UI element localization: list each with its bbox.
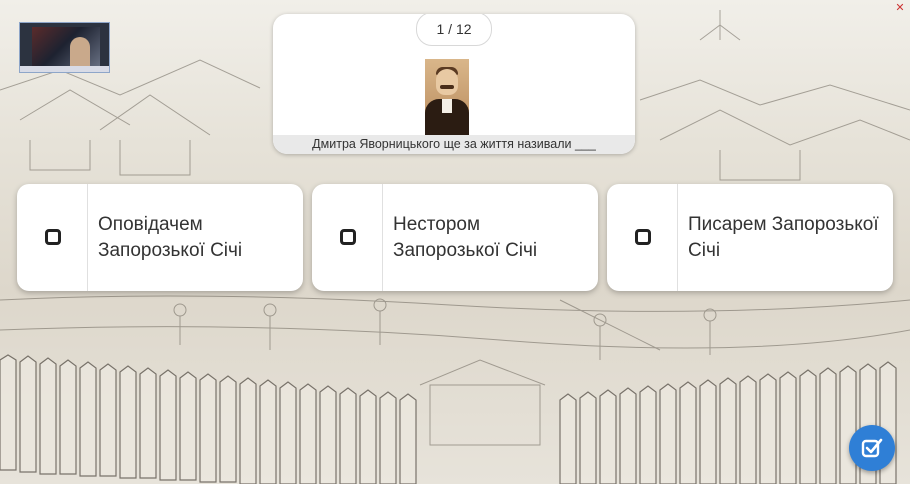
answer-label: Нестором Запорозької Січі <box>393 214 538 261</box>
portrait-face <box>436 69 458 95</box>
portrait-photo[interactable] <box>425 59 469 135</box>
question-card: 1 / 12 Дмитра Яворницького ще за життя н… <box>273 14 635 154</box>
close-icon[interactable]: ✕ <box>894 2 906 14</box>
thumbnail-strip <box>20 66 109 72</box>
thumbnail-person <box>70 37 90 69</box>
checkbox-icon[interactable] <box>635 229 651 245</box>
answer-option-3[interactable]: Писарем Запорозької Січі <box>607 184 893 291</box>
question-counter: 1 / 12 <box>416 14 492 46</box>
question-text: Дмитра Яворницького ще за життя називали… <box>273 135 635 154</box>
answer-label: Писарем Запорозької Січі <box>688 214 879 261</box>
answer-option-2[interactable]: Нестором Запорозької Січі <box>312 184 598 291</box>
checkbox-icon[interactable] <box>45 229 61 245</box>
video-thumbnail[interactable] <box>19 22 110 73</box>
checkbox-icon[interactable] <box>340 229 356 245</box>
portrait-collar <box>442 99 452 113</box>
thumbnail-image <box>32 27 100 69</box>
checkbox-area[interactable] <box>17 184 88 291</box>
check-submit-icon <box>861 438 883 458</box>
portrait-mustache <box>440 85 454 89</box>
submit-button[interactable] <box>849 425 895 471</box>
checkbox-area[interactable] <box>607 184 678 291</box>
answer-label: Оповідачем Запорозької Січі <box>98 214 243 261</box>
answer-option-1[interactable]: Оповідачем Запорозької Січі <box>17 184 303 291</box>
checkbox-area[interactable] <box>312 184 383 291</box>
